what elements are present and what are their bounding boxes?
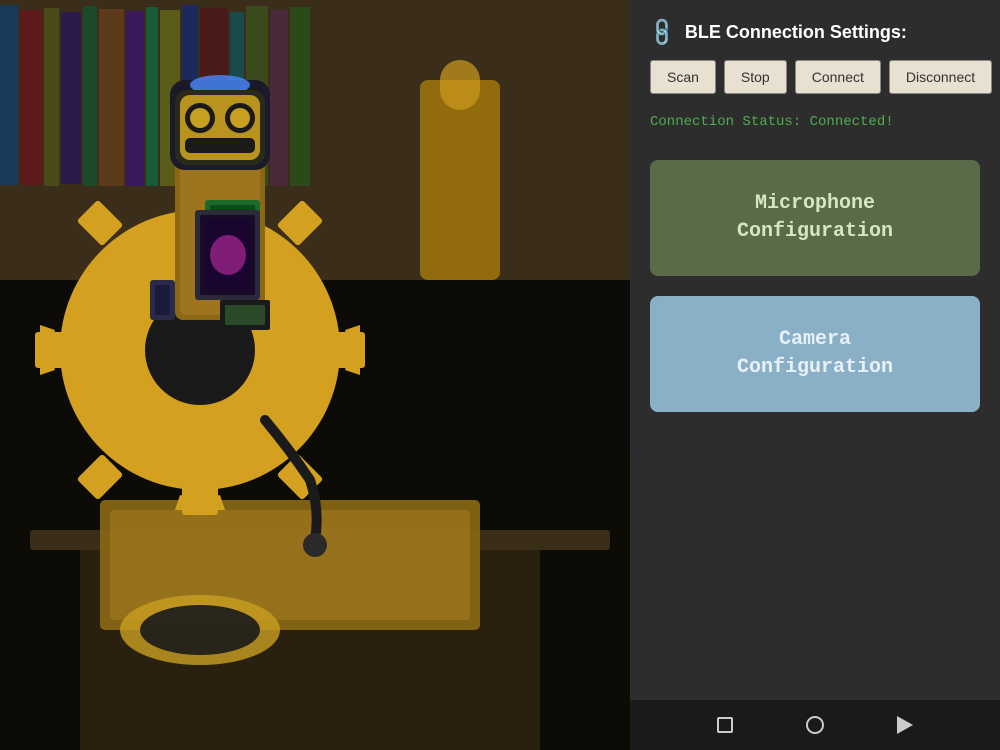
connect-button[interactable]: Connect [795, 60, 881, 94]
mic-config-label: MicrophoneConfiguration [737, 192, 893, 243]
nav-back-icon [897, 716, 913, 734]
cam-config-label: CameraConfiguration [737, 328, 893, 379]
ble-header: 🔗 BLE Connection Settings: [630, 0, 1000, 60]
ble-button-row: Scan Stop Connect Disconnect [630, 60, 1000, 109]
microphone-config-button[interactable]: MicrophoneConfiguration [650, 160, 980, 276]
scan-button[interactable]: Scan [650, 60, 716, 94]
nav-home-button[interactable] [800, 710, 830, 740]
link-icon: 🔗 [645, 15, 680, 50]
bottom-navigation [630, 700, 1000, 750]
camera-config-button[interactable]: CameraConfiguration [650, 296, 980, 412]
disconnect-button[interactable]: Disconnect [889, 60, 992, 94]
ble-title: BLE Connection Settings: [685, 22, 907, 43]
nav-back-button[interactable] [890, 710, 920, 740]
right-panel: 🔗 BLE Connection Settings: Scan Stop Con… [630, 0, 1000, 750]
nav-home-icon [806, 716, 824, 734]
connection-status: Connection Status: Connected! [630, 109, 1000, 150]
stop-button[interactable]: Stop [724, 60, 787, 94]
nav-stop-button[interactable] [710, 710, 740, 740]
photo-panel [0, 0, 630, 750]
nav-stop-icon [717, 717, 733, 733]
